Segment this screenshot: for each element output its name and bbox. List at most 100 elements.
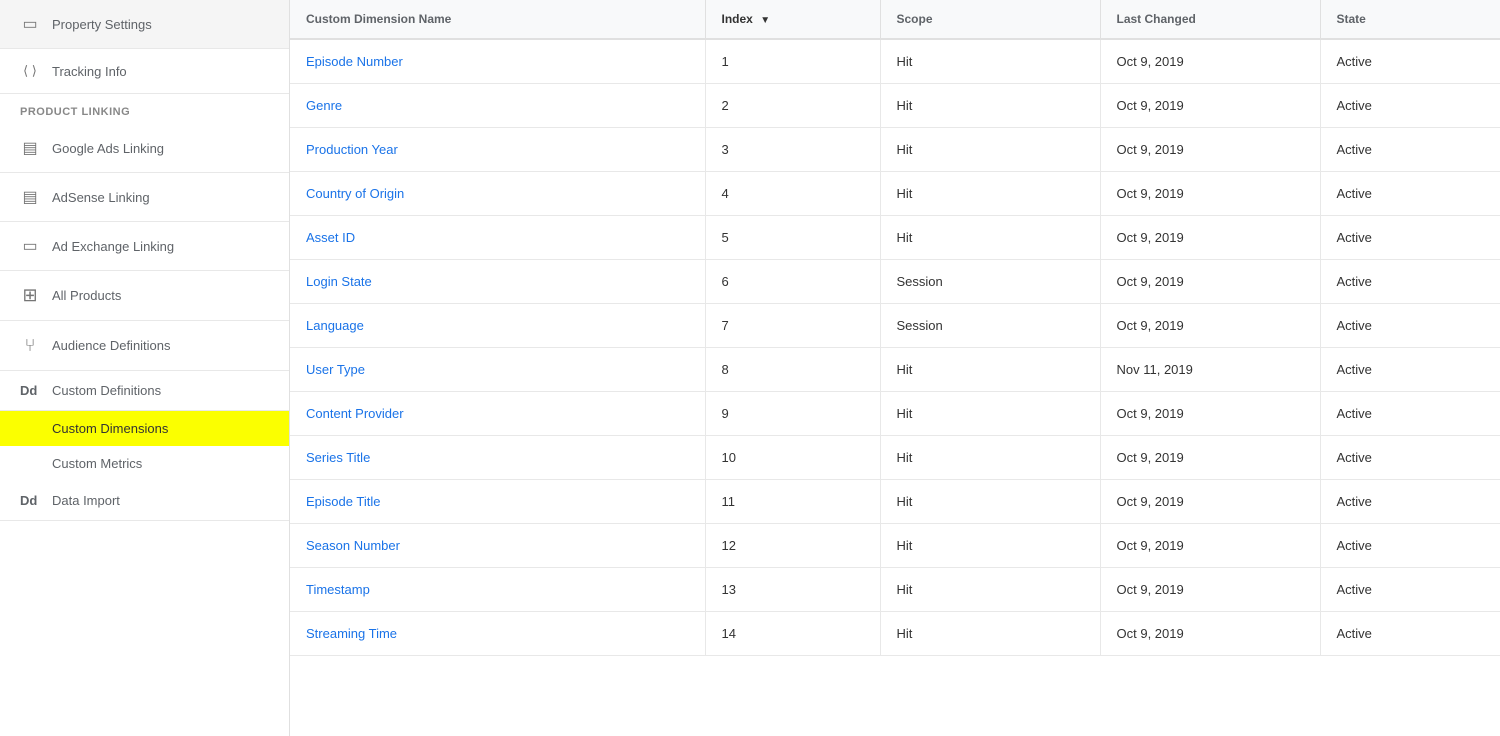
dimension-index-cell: 3 [705, 128, 880, 172]
dimension-last-changed-cell: Oct 9, 2019 [1100, 568, 1320, 612]
dimension-index-cell: 6 [705, 260, 880, 304]
table-row: Episode Number1HitOct 9, 2019Active [290, 39, 1500, 84]
col-header-last-changed: Last Changed [1100, 0, 1320, 39]
data-import-icon: Dd [20, 493, 40, 508]
sidebar-item-label: All Products [52, 288, 121, 303]
dimension-last-changed-cell: Oct 9, 2019 [1100, 216, 1320, 260]
table-row: Genre2HitOct 9, 2019Active [290, 84, 1500, 128]
dimension-name-cell[interactable]: Language [290, 304, 705, 348]
dimension-state-cell: Active [1320, 128, 1500, 172]
dimension-name-cell[interactable]: Country of Origin [290, 172, 705, 216]
sidebar-subitem-label: Custom Dimensions [52, 421, 168, 436]
adsense-icon: ▤ [20, 187, 40, 207]
dimension-scope-cell: Hit [880, 436, 1100, 480]
dimension-state-cell: Active [1320, 348, 1500, 392]
dimension-name-cell[interactable]: User Type [290, 348, 705, 392]
sidebar-item-label: Data Import [52, 493, 120, 508]
dimension-scope-cell: Hit [880, 216, 1100, 260]
dimension-scope-cell: Hit [880, 480, 1100, 524]
dimension-last-changed-cell: Oct 9, 2019 [1100, 39, 1320, 84]
table-row: Timestamp13HitOct 9, 2019Active [290, 568, 1500, 612]
google-ads-icon: ▤ [20, 138, 40, 158]
sidebar-item-label: AdSense Linking [52, 190, 150, 205]
sidebar-item-label: Tracking Info [52, 64, 127, 79]
sidebar-item-all-products[interactable]: ⊞ All Products [0, 271, 289, 321]
dimension-index-cell: 13 [705, 568, 880, 612]
dimension-name-cell[interactable]: Season Number [290, 524, 705, 568]
dimension-scope-cell: Hit [880, 392, 1100, 436]
all-products-icon: ⊞ [20, 285, 40, 306]
table-header-row: Custom Dimension Name Index ▼ Scope Last… [290, 0, 1500, 39]
dimension-last-changed-cell: Oct 9, 2019 [1100, 128, 1320, 172]
sidebar-item-tracking-info[interactable]: ⟨ ⟩ Tracking Info [0, 49, 289, 94]
sidebar-item-google-ads[interactable]: ▤ Google Ads Linking [0, 124, 289, 173]
dimension-index-cell: 4 [705, 172, 880, 216]
sidebar-item-label: Ad Exchange Linking [52, 239, 174, 254]
table-row: Production Year3HitOct 9, 2019Active [290, 128, 1500, 172]
table-row: Asset ID5HitOct 9, 2019Active [290, 216, 1500, 260]
col-header-index[interactable]: Index ▼ [705, 0, 880, 39]
sidebar-item-custom-definitions[interactable]: Dd Custom Definitions [0, 371, 289, 411]
custom-dimensions-table: Custom Dimension Name Index ▼ Scope Last… [290, 0, 1500, 656]
sidebar-item-custom-metrics[interactable]: Custom Metrics [0, 446, 289, 481]
dimension-last-changed-cell: Oct 9, 2019 [1100, 392, 1320, 436]
table-row: Series Title10HitOct 9, 2019Active [290, 436, 1500, 480]
dimension-state-cell: Active [1320, 524, 1500, 568]
sidebar-item-label: Custom Definitions [52, 383, 161, 398]
dimension-scope-cell: Hit [880, 348, 1100, 392]
dimension-state-cell: Active [1320, 172, 1500, 216]
table-row: Episode Title11HitOct 9, 2019Active [290, 480, 1500, 524]
sidebar-item-adsense[interactable]: ▤ AdSense Linking [0, 173, 289, 222]
dimension-index-cell: 9 [705, 392, 880, 436]
sidebar-item-data-import[interactable]: Dd Data Import [0, 481, 289, 521]
dimension-state-cell: Active [1320, 39, 1500, 84]
sidebar-item-ad-exchange[interactable]: ▭ Ad Exchange Linking [0, 222, 289, 271]
dimension-index-cell: 11 [705, 480, 880, 524]
dimension-state-cell: Active [1320, 216, 1500, 260]
dimension-name-cell[interactable]: Episode Title [290, 480, 705, 524]
property-settings-icon: ▭ [20, 14, 40, 34]
table-row: Season Number12HitOct 9, 2019Active [290, 524, 1500, 568]
dimension-name-cell[interactable]: Production Year [290, 128, 705, 172]
dimension-name-cell[interactable]: Genre [290, 84, 705, 128]
table-row: Language7SessionOct 9, 2019Active [290, 304, 1500, 348]
dimension-scope-cell: Hit [880, 524, 1100, 568]
dimension-name-cell[interactable]: Content Provider [290, 392, 705, 436]
dimension-index-cell: 8 [705, 348, 880, 392]
col-header-name: Custom Dimension Name [290, 0, 705, 39]
dimension-state-cell: Active [1320, 480, 1500, 524]
table-row: Country of Origin4HitOct 9, 2019Active [290, 172, 1500, 216]
table-row: User Type8HitNov 11, 2019Active [290, 348, 1500, 392]
tracking-info-icon: ⟨ ⟩ [20, 63, 40, 79]
dimension-name-cell[interactable]: Asset ID [290, 216, 705, 260]
dimension-last-changed-cell: Oct 9, 2019 [1100, 612, 1320, 656]
sidebar-item-custom-dimensions[interactable]: Custom Dimensions [0, 411, 289, 446]
dimension-last-changed-cell: Oct 9, 2019 [1100, 524, 1320, 568]
dimension-scope-cell: Hit [880, 612, 1100, 656]
sidebar-item-property-settings[interactable]: ▭ Property Settings [0, 0, 289, 49]
dimension-name-cell[interactable]: Streaming Time [290, 612, 705, 656]
dimension-name-cell[interactable]: Episode Number [290, 39, 705, 84]
sidebar-item-audience-definitions[interactable]: ⑂ Audience Definitions [0, 321, 289, 371]
table-row: Content Provider9HitOct 9, 2019Active [290, 392, 1500, 436]
sidebar-item-label: Audience Definitions [52, 338, 171, 353]
dimension-state-cell: Active [1320, 304, 1500, 348]
dimension-last-changed-cell: Oct 9, 2019 [1100, 172, 1320, 216]
dimension-name-cell[interactable]: Timestamp [290, 568, 705, 612]
sort-arrow-icon: ▼ [760, 15, 770, 26]
sidebar-item-label: Google Ads Linking [52, 141, 164, 156]
dimension-state-cell: Active [1320, 84, 1500, 128]
dimension-index-cell: 12 [705, 524, 880, 568]
dimension-last-changed-cell: Oct 9, 2019 [1100, 260, 1320, 304]
dimension-state-cell: Active [1320, 568, 1500, 612]
dimension-last-changed-cell: Oct 9, 2019 [1100, 304, 1320, 348]
main-content: Custom Dimension Name Index ▼ Scope Last… [290, 0, 1500, 736]
dimension-name-cell[interactable]: Series Title [290, 436, 705, 480]
dimension-last-changed-cell: Oct 9, 2019 [1100, 436, 1320, 480]
dimension-name-cell[interactable]: Login State [290, 260, 705, 304]
dimension-index-cell: 1 [705, 39, 880, 84]
sidebar-subitem-label: Custom Metrics [52, 456, 142, 471]
dimension-scope-cell: Hit [880, 39, 1100, 84]
col-header-scope: Scope [880, 0, 1100, 39]
custom-definitions-icon: Dd [20, 383, 40, 398]
